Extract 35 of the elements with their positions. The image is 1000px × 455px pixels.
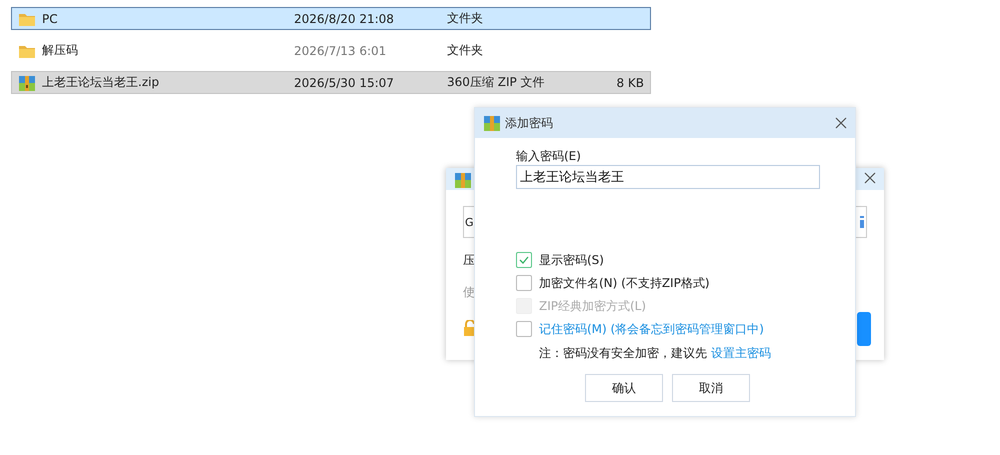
cancel-button[interactable]: 取消 [672, 374, 750, 402]
checkbox[interactable] [516, 252, 532, 268]
note-text: 注：密码没有安全加密，建议先 [539, 346, 707, 360]
password-field[interactable]: 上老王论坛当老王 [516, 165, 820, 189]
checkbox[interactable] [516, 275, 532, 291]
file-type: 文件夹 [447, 42, 483, 59]
file-row[interactable]: PC 2026/8/20 21:08 文件夹 [11, 7, 651, 30]
file-date: 2026/8/20 21:08 [294, 12, 394, 26]
file-name: PC [42, 12, 59, 26]
check-icon [518, 254, 530, 266]
archive-icon [18, 74, 36, 92]
file-row[interactable]: 解压码 2026/7/13 6:01 文件夹 [11, 39, 651, 62]
file-date: 2026/7/13 6:01 [294, 44, 386, 58]
checkbox-label: 显示密码(S) [539, 252, 604, 268]
file-type: 360压缩 ZIP 文件 [447, 74, 545, 91]
checkbox-label: 加密文件名(N) (不支持ZIP格式) [539, 274, 710, 292]
label: 压 [463, 252, 475, 269]
file-date: 2026/5/30 15:07 [294, 76, 394, 90]
checkbox-label: 记住密码(M) (将会备忘到密码管理窗口中) [539, 320, 764, 338]
file-row[interactable]: 上老王论坛当老王.zip 2026/5/30 15:07 360压缩 ZIP 文件 8 KB [11, 71, 651, 94]
window-title: 添加密码 [505, 114, 553, 132]
checkbox-label: ZIP经典加密方式(L) [539, 298, 646, 314]
hint-text: 使 [463, 284, 475, 301]
file-name: 上老王论坛当老王.zip [42, 74, 160, 91]
file-name: 解压码 [42, 42, 79, 59]
field-label: 输入密码(E) [516, 148, 582, 164]
archive-icon [454, 171, 472, 189]
close-icon[interactable] [864, 172, 876, 184]
file-type: 文件夹 [447, 10, 483, 27]
checkbox[interactable] [516, 321, 532, 337]
close-icon[interactable] [835, 117, 847, 129]
button[interactable] [857, 312, 871, 346]
file-size: 8 KB [616, 76, 644, 90]
archive-icon [483, 114, 501, 132]
confirm-button[interactable]: 确认 [585, 374, 663, 402]
